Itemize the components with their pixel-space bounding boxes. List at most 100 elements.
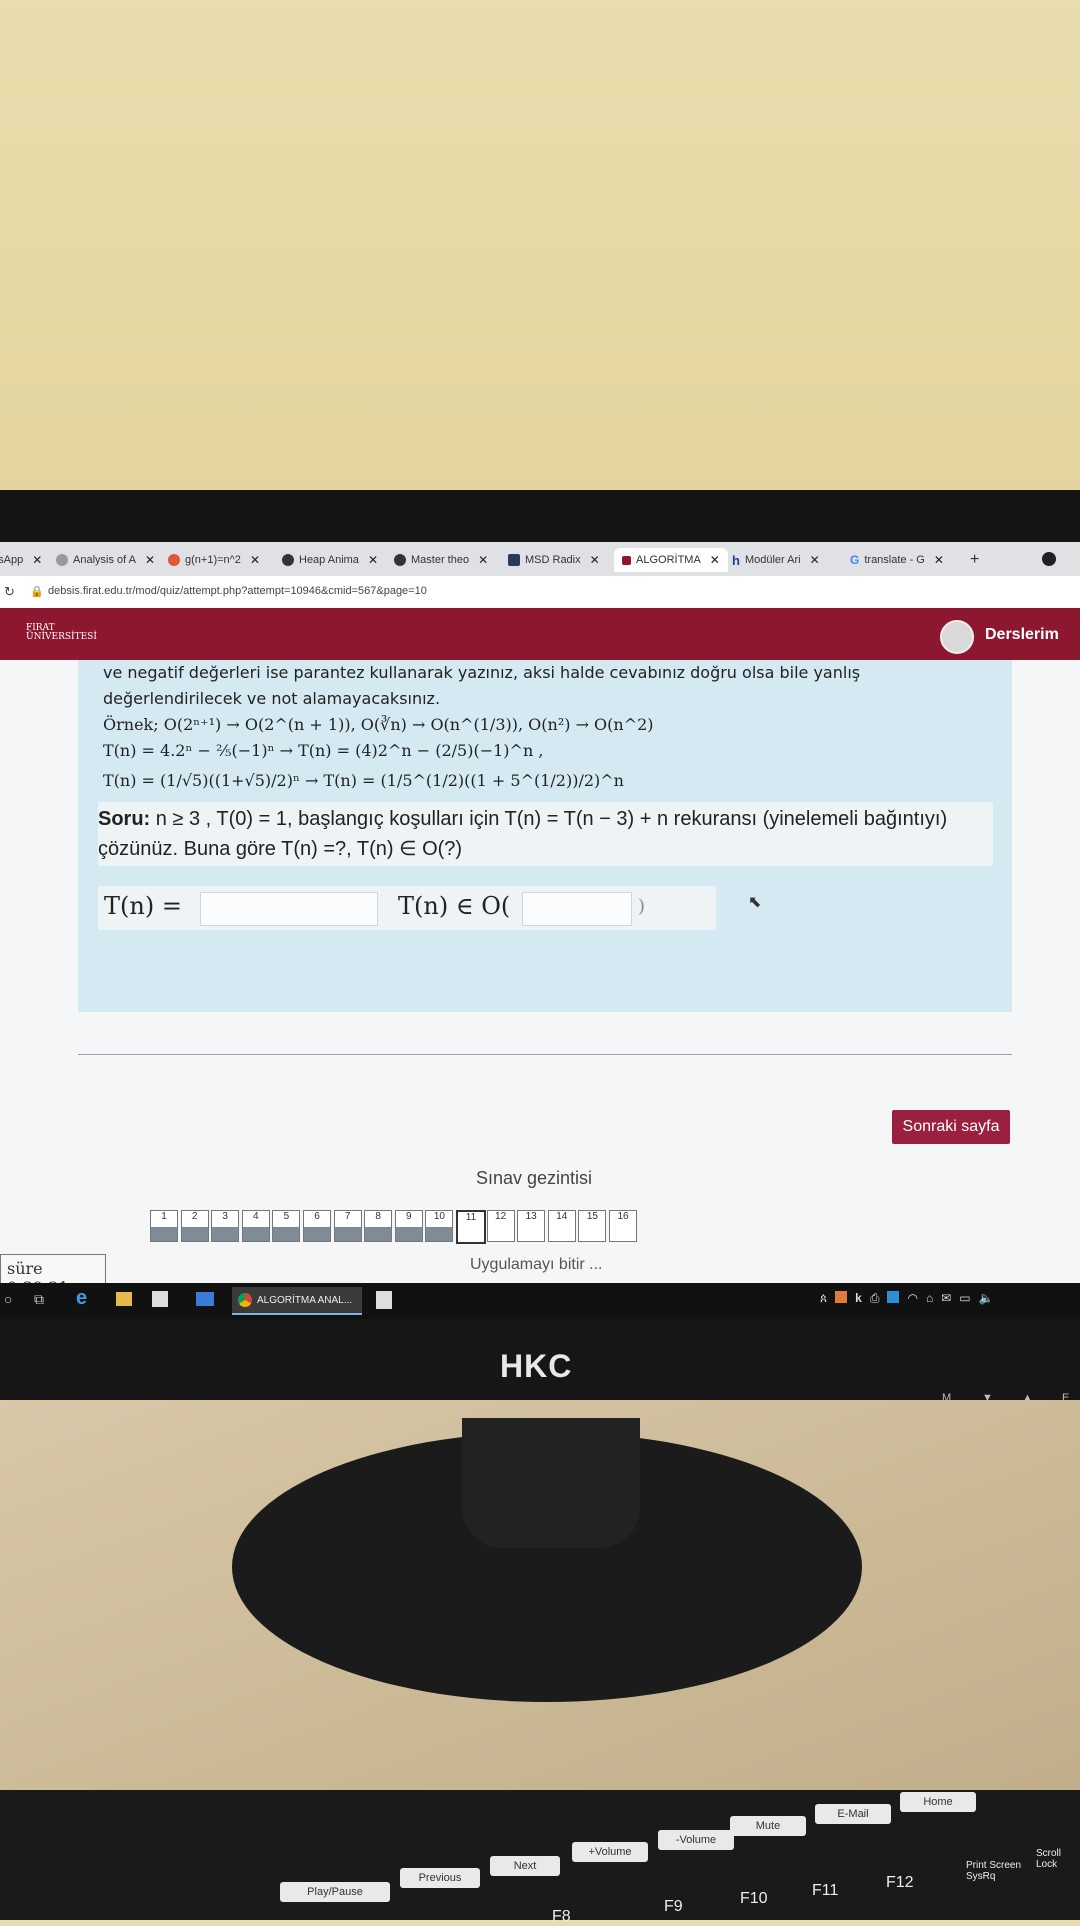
wall-background bbox=[0, 0, 1080, 500]
network-icon[interactable]: ⌂ bbox=[926, 1291, 933, 1306]
keyboard: Play/Pause Previous Next +Volume -Volume… bbox=[0, 1790, 1080, 1925]
browser-tab[interactable]: g(n+1)=n^2 ✕ bbox=[168, 548, 260, 572]
task-view-icon[interactable]: ⧉ bbox=[34, 1291, 44, 1308]
finish-attempt-link[interactable]: Uygulamayı bitir ... bbox=[470, 1256, 602, 1274]
question-info: ve negatif değerleri ise parantez kullan… bbox=[103, 660, 1003, 794]
browser-tab[interactable]: MSD Radix ✕ bbox=[508, 548, 600, 572]
browser-tab[interactable]: Analysis of A ✕ bbox=[56, 548, 155, 572]
taskbar-app-label: ALGORİTMA ANAL... bbox=[257, 1294, 353, 1306]
tab-favicon-icon bbox=[394, 554, 406, 566]
tab-favicon-icon: h bbox=[732, 552, 740, 568]
clipboard-icon[interactable]: ⎙ bbox=[870, 1291, 880, 1306]
chat-icon[interactable]: ▭ bbox=[959, 1291, 970, 1306]
f8-key[interactable]: F8 bbox=[552, 1908, 571, 1926]
close-icon[interactable]: ✕ bbox=[250, 553, 260, 567]
edge-icon[interactable]: e bbox=[76, 1287, 87, 1310]
tray-app-icon[interactable] bbox=[887, 1291, 900, 1303]
tray-app-icon[interactable] bbox=[835, 1291, 848, 1303]
quiz-nav-button[interactable]: 5 bbox=[272, 1210, 301, 1242]
quiz-nav-button[interactable]: 11 bbox=[456, 1210, 486, 1244]
mail-icon[interactable] bbox=[196, 1292, 214, 1306]
courses-menu-link[interactable]: Derslerim bbox=[985, 626, 1059, 644]
file-explorer-icon[interactable] bbox=[116, 1292, 132, 1306]
mouse-cursor-icon: ⬉ bbox=[748, 894, 762, 911]
browser-tab[interactable]: Heap Anima ✕ bbox=[282, 548, 378, 572]
quiz-nav-number: 6 bbox=[314, 1211, 320, 1222]
chrome-icon bbox=[238, 1293, 252, 1307]
home-key[interactable]: Home bbox=[900, 1792, 976, 1812]
answered-marker bbox=[304, 1227, 330, 1241]
tab-favicon-icon bbox=[622, 555, 631, 565]
wifi-icon[interactable]: ◠ bbox=[907, 1291, 917, 1306]
browser-tab-bar: esApp ✕ Analysis of A ✕ g(n+1)=n^2 ✕ Heap A… bbox=[0, 542, 1080, 576]
quiz-nav-button[interactable]: 15 bbox=[578, 1210, 607, 1242]
quiz-nav-button[interactable]: 3 bbox=[211, 1210, 240, 1242]
browser-tab-active[interactable]: ALGORİTMA ✕ bbox=[614, 548, 728, 572]
next-page-button[interactable]: Sonraki sayfa bbox=[892, 1110, 1010, 1144]
tn-answer-input[interactable] bbox=[200, 892, 378, 926]
taskbar-chrome-app[interactable]: ALGORİTMA ANAL... bbox=[232, 1287, 362, 1315]
quiz-nav-button[interactable]: 12 bbox=[486, 1210, 515, 1242]
example-line: T(n) = 4.2ⁿ − ⅖(−1)ⁿ → T(n) = (4)2^n − (… bbox=[103, 741, 544, 760]
tab-label: Analysis of A bbox=[73, 554, 136, 566]
close-icon[interactable]: ✕ bbox=[590, 553, 600, 567]
quiz-timer: süre 0:39:21 bbox=[0, 1254, 106, 1292]
close-icon[interactable]: ✕ bbox=[810, 553, 820, 567]
tray-app-icon[interactable]: k bbox=[855, 1291, 862, 1306]
browser-tab[interactable]: esApp ✕ bbox=[0, 548, 42, 572]
close-icon[interactable]: ✕ bbox=[368, 553, 378, 567]
avatar[interactable] bbox=[940, 620, 974, 654]
close-icon[interactable]: ✕ bbox=[934, 553, 944, 567]
close-icon[interactable]: ✕ bbox=[145, 553, 155, 567]
quiz-nav-button[interactable]: 10 bbox=[425, 1210, 454, 1242]
profile-menu-icon[interactable] bbox=[1042, 552, 1056, 566]
university-logo[interactable]: FIRAT ÜNİVERSİTESİ bbox=[8, 624, 97, 642]
mute-key[interactable]: Mute bbox=[730, 1816, 806, 1836]
quiz-nav-number: 12 bbox=[495, 1211, 507, 1222]
print-screen-key[interactable]: Print Screen SysRq bbox=[966, 1860, 1026, 1882]
volume-icon[interactable]: 🔈 bbox=[979, 1291, 994, 1306]
address-bar[interactable]: ↻ 🔒 debsis.firat.edu.tr/mod/quiz/attempt… bbox=[0, 576, 1080, 608]
quiz-nav-button[interactable]: 16 bbox=[609, 1210, 637, 1242]
search-icon[interactable]: ○ bbox=[4, 1291, 12, 1307]
f9-key[interactable]: F9 bbox=[664, 1898, 683, 1916]
browser-tab[interactable]: Master theo ✕ bbox=[394, 548, 488, 572]
quiz-nav-button[interactable]: 9 bbox=[394, 1210, 423, 1242]
store-icon[interactable] bbox=[152, 1291, 168, 1307]
answered-marker bbox=[334, 1227, 361, 1241]
quiz-nav-button[interactable]: 1 bbox=[150, 1210, 178, 1242]
close-icon[interactable]: ✕ bbox=[710, 553, 720, 567]
tab-favicon-icon bbox=[56, 554, 68, 566]
play-pause-key[interactable]: Play/Pause bbox=[280, 1882, 390, 1902]
f11-key[interactable]: F11 bbox=[812, 1882, 838, 1900]
previous-key[interactable]: Previous bbox=[400, 1868, 480, 1888]
close-icon[interactable]: ✕ bbox=[478, 553, 488, 567]
f12-key[interactable]: F12 bbox=[886, 1874, 914, 1892]
bigo-answer-input[interactable] bbox=[522, 892, 632, 926]
answered-marker bbox=[181, 1227, 208, 1241]
quiz-nav-button[interactable]: 6 bbox=[303, 1210, 331, 1242]
browser-tab[interactable]: Gtranslate - G ✕ bbox=[850, 548, 944, 572]
quiz-nav-button[interactable]: 14 bbox=[547, 1210, 576, 1242]
mail-tray-icon[interactable]: ✉ bbox=[941, 1291, 951, 1306]
new-tab-button[interactable]: + bbox=[970, 548, 979, 572]
monitor-bezel-top bbox=[0, 490, 1080, 542]
taskbar-app-icon[interactable] bbox=[376, 1291, 392, 1309]
scroll-lock-key[interactable]: Scroll Lock bbox=[1036, 1848, 1080, 1870]
f10-key[interactable]: F10 bbox=[740, 1890, 768, 1908]
email-key[interactable]: E-Mail bbox=[815, 1804, 891, 1824]
reload-icon[interactable]: ↻ bbox=[4, 584, 15, 600]
quiz-nav-button[interactable]: 2 bbox=[180, 1210, 209, 1242]
volume-down-key[interactable]: -Volume bbox=[658, 1830, 734, 1850]
people-icon[interactable]: ጰ bbox=[820, 1291, 827, 1306]
quiz-nav-button[interactable]: 4 bbox=[241, 1210, 270, 1242]
quiz-nav-button[interactable]: 13 bbox=[517, 1210, 546, 1242]
browser-tab[interactable]: h Modüler Ari ✕ bbox=[732, 548, 820, 572]
close-icon[interactable]: ✕ bbox=[32, 553, 42, 567]
quiz-nav-button[interactable]: 8 bbox=[364, 1210, 393, 1242]
quiz-nav-button[interactable]: 7 bbox=[333, 1210, 362, 1242]
volume-up-key[interactable]: +Volume bbox=[572, 1842, 648, 1862]
url-text[interactable]: debsis.firat.edu.tr/mod/quiz/attempt.php… bbox=[48, 585, 427, 597]
example-line: Örnek; O(2ⁿ⁺¹) → O(2^(n + 1)), O(∛n) → O… bbox=[103, 715, 654, 734]
next-key[interactable]: Next bbox=[490, 1856, 560, 1876]
